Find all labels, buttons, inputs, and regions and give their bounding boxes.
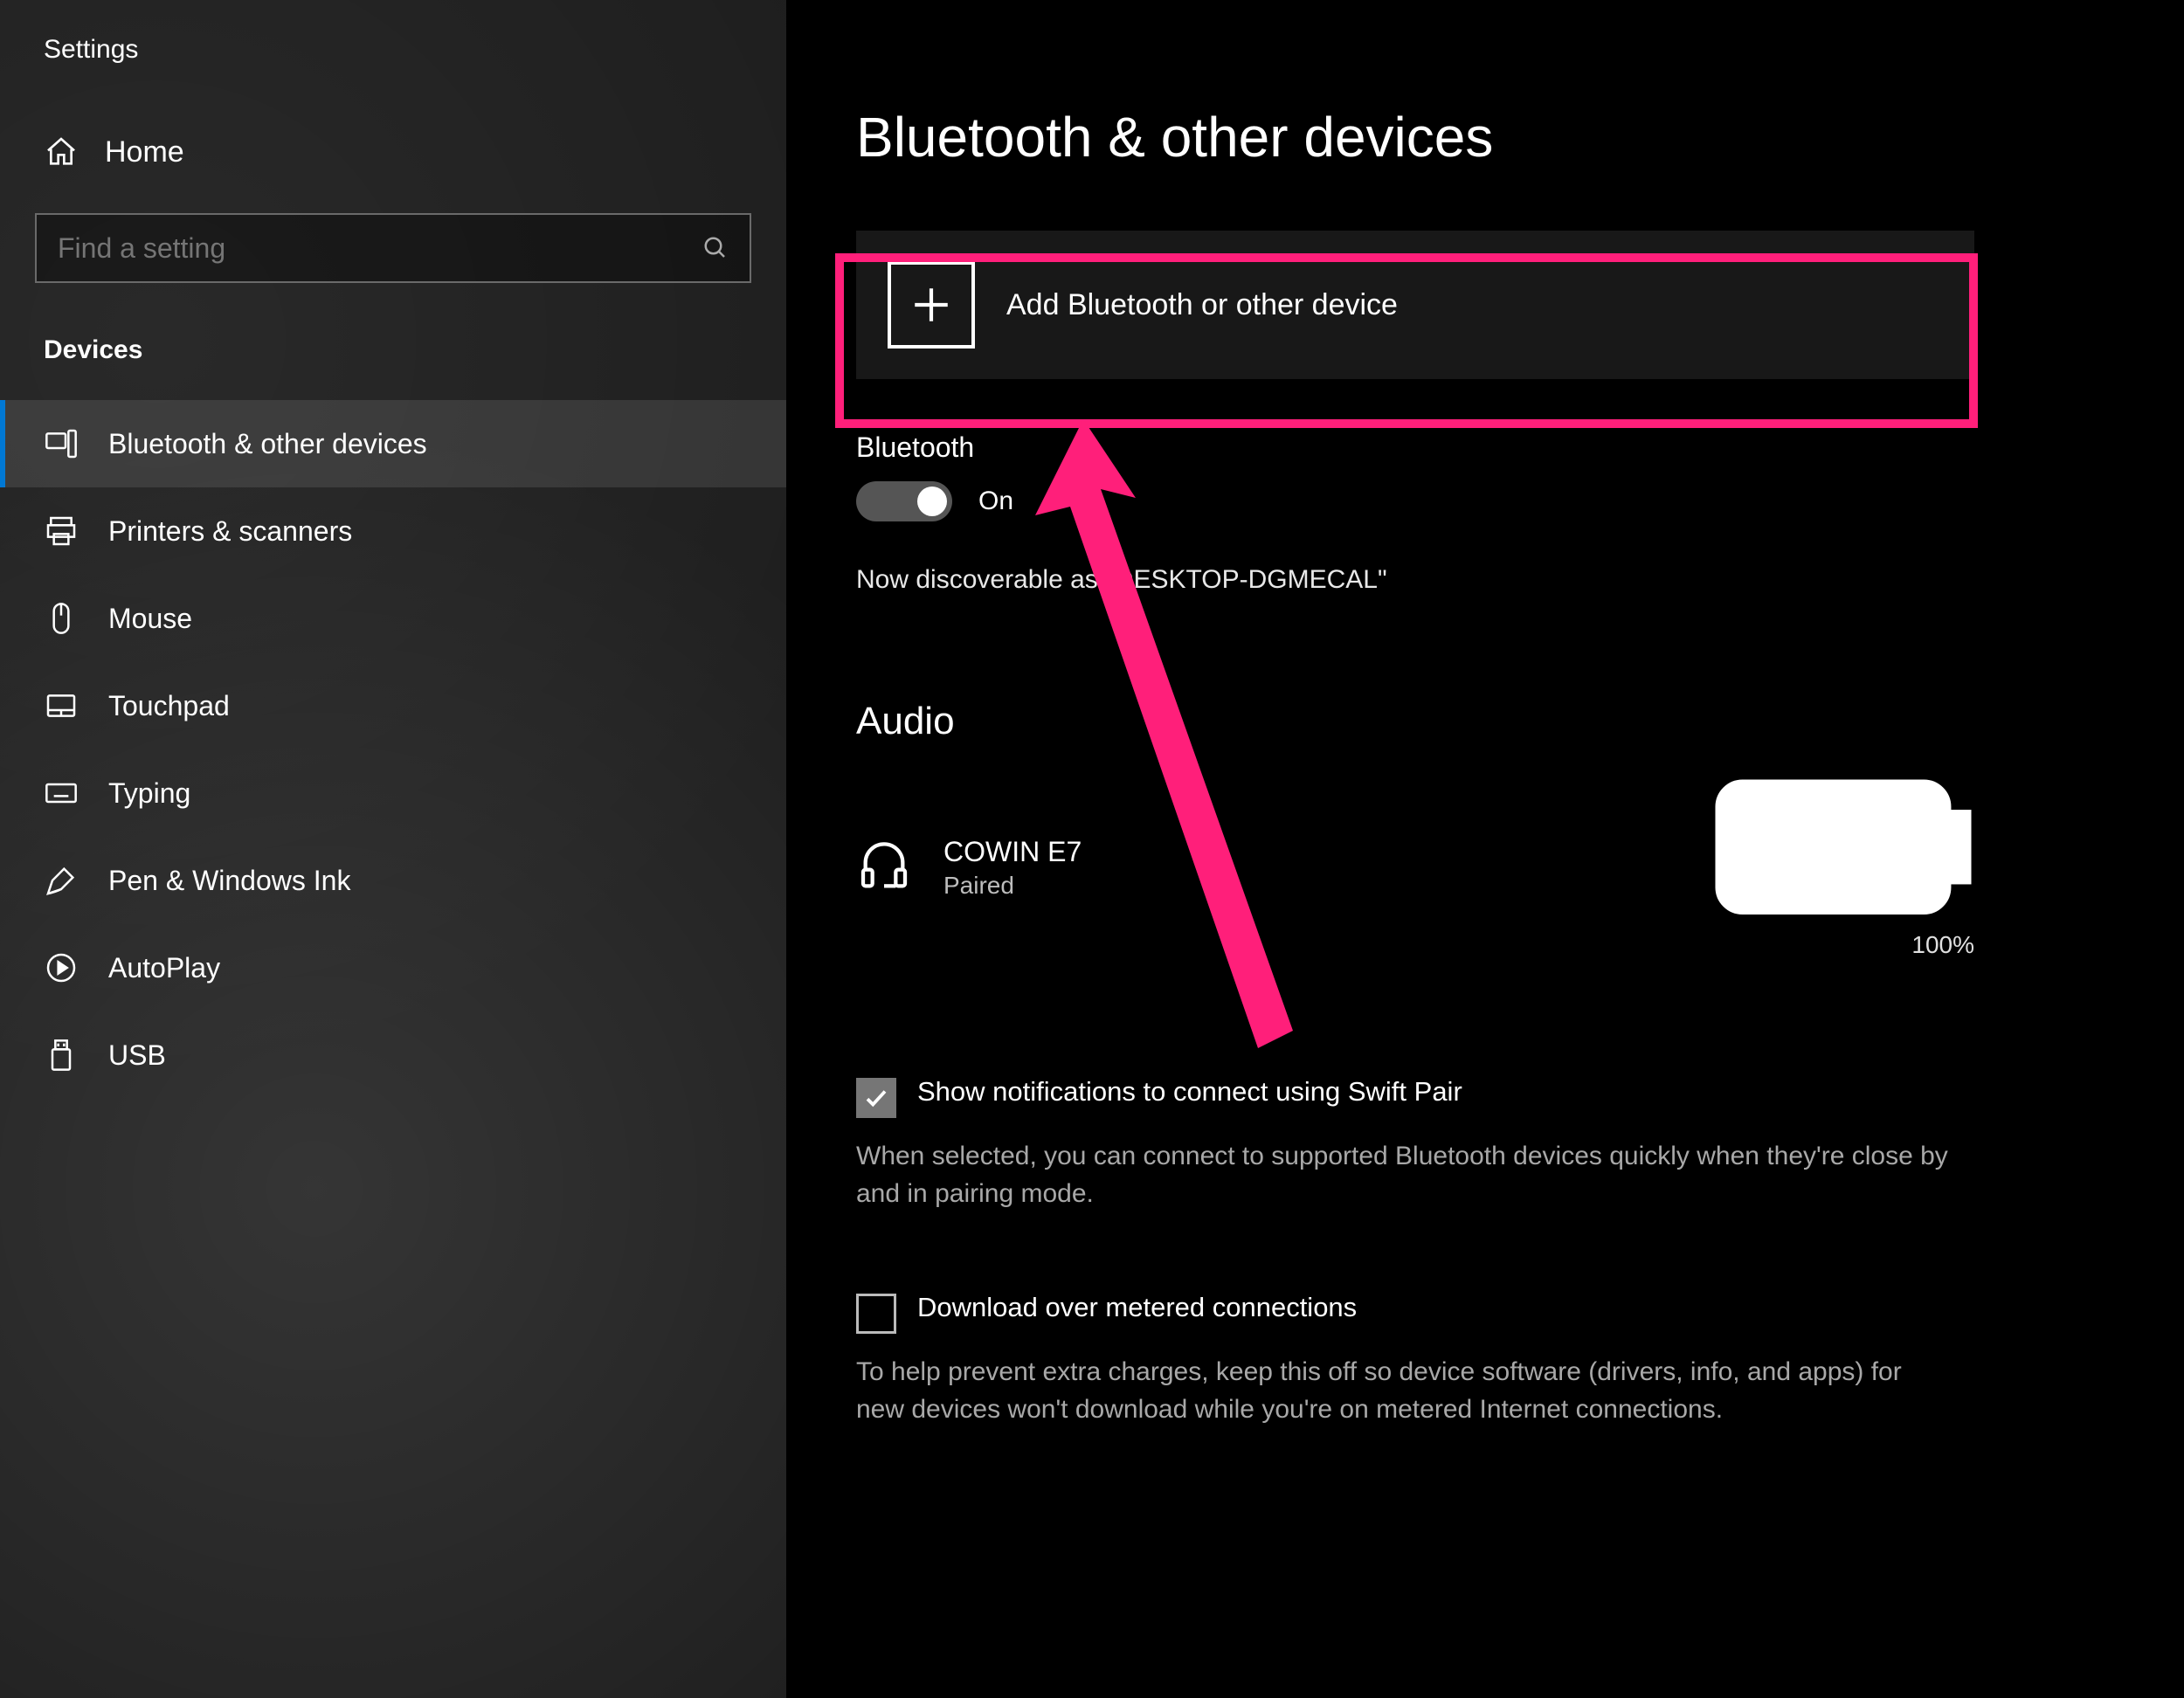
home-icon — [44, 135, 79, 169]
sidebar-item-label: Printers & scanners — [108, 515, 352, 548]
swift-pair-desc: When selected, you can connect to suppor… — [856, 1137, 1957, 1213]
bluetooth-toggle[interactable] — [856, 481, 952, 521]
device-battery: 100% — [1712, 777, 1974, 959]
sidebar-item-label: USB — [108, 1039, 166, 1072]
battery-icon — [1712, 907, 1974, 921]
sidebar-item-mouse[interactable]: Mouse — [0, 575, 786, 662]
add-device-button[interactable]: Add Bluetooth or other device — [856, 231, 1974, 379]
sidebar-item-bluetooth[interactable]: Bluetooth & other devices — [0, 400, 786, 487]
usb-icon — [44, 1038, 79, 1073]
sidebar-home-label: Home — [105, 135, 184, 169]
sidebar-item-label: Typing — [108, 777, 190, 810]
sidebar-item-label: AutoPlay — [108, 952, 220, 984]
discoverable-text: Now discoverable as "DESKTOP-DGMECAL" — [856, 565, 2114, 595]
toggle-knob — [917, 487, 947, 516]
sidebar-item-typing[interactable]: Typing — [0, 749, 786, 837]
printer-icon — [44, 514, 79, 549]
sidebar-item-usb[interactable]: USB — [0, 1011, 786, 1099]
sidebar-item-label: Pen & Windows Ink — [108, 865, 350, 897]
mouse-icon — [44, 601, 79, 636]
touchpad-icon — [44, 688, 79, 723]
page-title: Bluetooth & other devices — [856, 105, 2114, 169]
search-box[interactable] — [35, 213, 751, 283]
swift-pair-label: Show notifications to connect using Swif… — [917, 1076, 1462, 1108]
headset-icon — [856, 839, 912, 895]
sidebar-nav: Bluetooth & other devices Printers & sca… — [0, 383, 786, 1099]
search-icon — [702, 235, 729, 261]
devices-icon — [44, 426, 79, 461]
audio-heading: Audio — [856, 700, 2114, 743]
keyboard-icon — [44, 776, 79, 811]
main-content: Bluetooth & other devices Add Bluetooth … — [786, 0, 2184, 1698]
add-device-label: Add Bluetooth or other device — [1006, 288, 1398, 322]
sidebar-section-label: Devices — [0, 318, 786, 383]
settings-sidebar: Settings Home Devices Bluetooth & other … — [0, 0, 786, 1698]
sidebar-item-autoplay[interactable]: AutoPlay — [0, 924, 786, 1011]
device-status: Paired — [943, 872, 1681, 900]
sidebar-item-touchpad[interactable]: Touchpad — [0, 662, 786, 749]
sidebar-item-label: Mouse — [108, 603, 192, 635]
audio-device-row[interactable]: COWIN E7 Paired 100% — [856, 764, 1974, 971]
device-battery-pct: 100% — [1712, 931, 1974, 959]
pen-icon — [44, 863, 79, 898]
sidebar-item-pen[interactable]: Pen & Windows Ink — [0, 837, 786, 924]
sidebar-item-label: Touchpad — [108, 690, 230, 722]
metered-desc: To help prevent extra charges, keep this… — [856, 1353, 1957, 1429]
metered-label: Download over metered connections — [917, 1292, 1357, 1323]
autoplay-icon — [44, 950, 79, 985]
device-name: COWIN E7 — [943, 836, 1681, 868]
swift-pair-checkbox[interactable] — [856, 1078, 896, 1118]
search-input[interactable] — [58, 232, 702, 265]
sidebar-item-printers[interactable]: Printers & scanners — [0, 487, 786, 575]
metered-checkbox[interactable] — [856, 1294, 896, 1334]
bluetooth-heading: Bluetooth — [856, 431, 2114, 464]
bluetooth-toggle-state: On — [978, 487, 1013, 516]
sidebar-item-label: Bluetooth & other devices — [108, 428, 427, 460]
plus-icon — [888, 261, 975, 349]
sidebar-home[interactable]: Home — [0, 100, 786, 204]
app-title: Settings — [0, 17, 786, 100]
